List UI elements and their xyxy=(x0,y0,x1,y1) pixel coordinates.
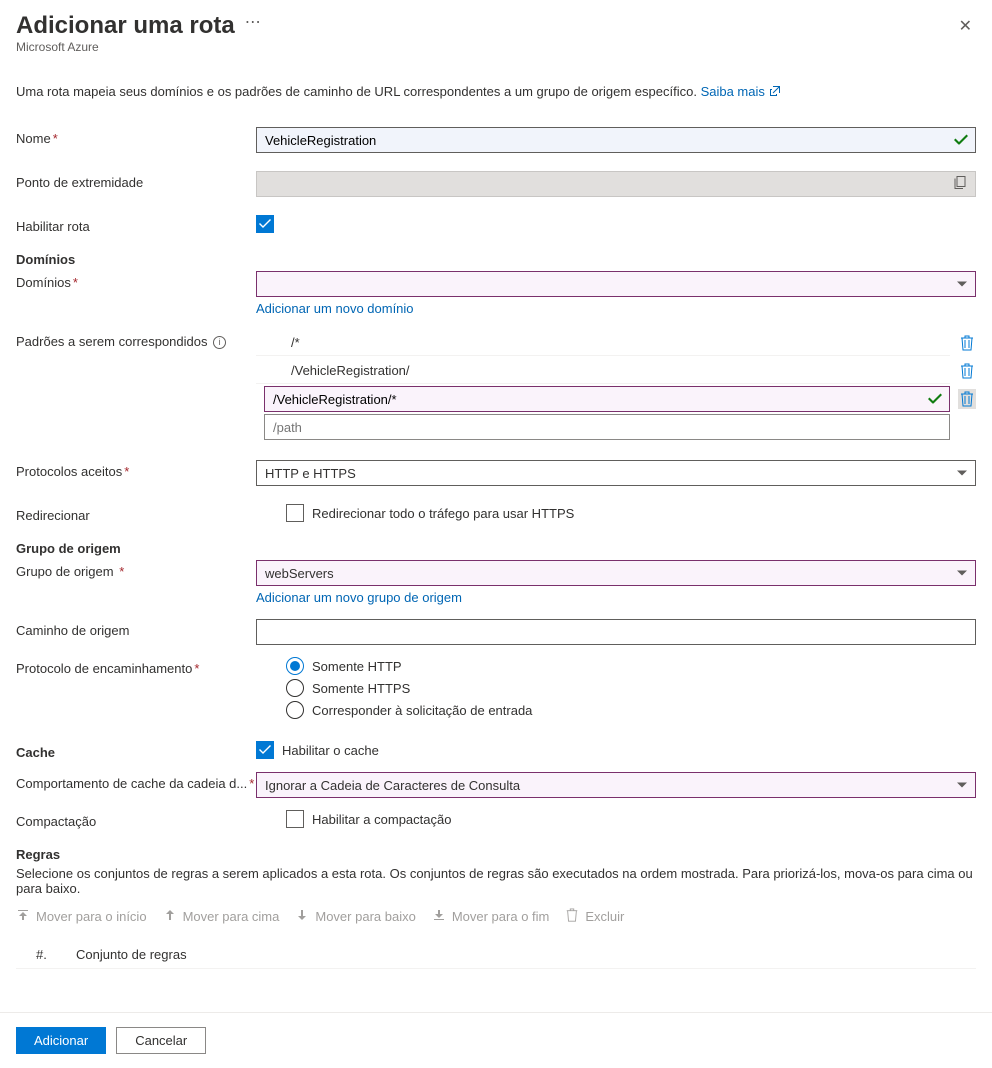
rules-heading: Regras xyxy=(16,847,976,862)
pattern-list: /* /VehicleRegistration/ xyxy=(256,330,976,440)
redirect-label: Redirecionar xyxy=(16,504,256,523)
pattern-input-active[interactable] xyxy=(264,386,950,412)
compression-label: Compactação xyxy=(16,810,256,829)
compression-checkbox[interactable] xyxy=(286,810,304,828)
rules-col-number: #. xyxy=(36,947,76,962)
delete-pattern-button[interactable] xyxy=(958,361,976,381)
page-subtitle: Microsoft Azure xyxy=(16,40,976,54)
arrow-up-icon xyxy=(163,908,177,925)
pattern-item: /VehicleRegistration/ xyxy=(256,358,976,384)
enable-cache-label: Habilitar o cache xyxy=(282,743,379,758)
page-title: Adicionar uma rota xyxy=(16,12,235,40)
name-label: Nome* xyxy=(16,127,256,146)
intro-text: Uma rota mapeia seus domínios e os padrõ… xyxy=(16,84,976,99)
enable-route-label: Habilitar rota xyxy=(16,215,256,234)
pattern-value[interactable]: /VehicleRegistration/ xyxy=(256,358,950,384)
cache-behavior-label: Comportamento de cache da cadeia d...* xyxy=(16,772,256,791)
delete-pattern-button[interactable] xyxy=(958,389,976,409)
rules-description: Selecione os conjuntos de regras a serem… xyxy=(16,866,976,896)
forward-protocol-label: Protocolo de encaminhamento* xyxy=(16,657,256,676)
close-icon: ✕ xyxy=(959,18,972,35)
origin-group-select[interactable]: webServers xyxy=(256,560,976,586)
origin-group-label: Grupo de origem * xyxy=(16,560,256,579)
learn-more-link[interactable]: Saiba mais xyxy=(701,84,781,99)
arrow-top-icon xyxy=(16,908,30,925)
enable-route-checkbox[interactable] xyxy=(256,215,274,233)
pattern-input-new[interactable] xyxy=(264,414,950,440)
origin-heading: Grupo de origem xyxy=(16,541,976,556)
cancel-button[interactable]: Cancelar xyxy=(116,1027,206,1054)
delete-pattern-button[interactable] xyxy=(958,333,976,353)
forward-protocol-http-radio[interactable] xyxy=(286,657,304,675)
more-options-icon[interactable]: ⋯ xyxy=(245,12,262,32)
origin-path-input[interactable] xyxy=(256,619,976,645)
close-button[interactable]: ✕ xyxy=(959,16,972,36)
cache-heading: Cache xyxy=(16,741,256,760)
protocols-label: Protocolos aceitos* xyxy=(16,460,256,479)
add-button[interactable]: Adicionar xyxy=(16,1027,106,1054)
arrow-down-icon xyxy=(295,908,309,925)
move-down-button[interactable]: Mover para baixo xyxy=(295,908,415,925)
pattern-item-new xyxy=(256,414,976,440)
protocols-select[interactable]: HTTP e HTTPS xyxy=(256,460,976,486)
name-input[interactable] xyxy=(256,127,976,153)
enable-cache-checkbox[interactable] xyxy=(256,741,274,759)
trash-icon xyxy=(565,908,579,925)
pattern-item xyxy=(256,386,976,412)
redirect-checkbox-label: Redirecionar todo o tráfego para usar HT… xyxy=(312,506,574,521)
forward-protocol-match-radio[interactable] xyxy=(286,701,304,719)
domains-label: Domínios* xyxy=(16,271,256,290)
delete-rule-button[interactable]: Excluir xyxy=(565,908,624,925)
add-domain-link[interactable]: Adicionar um novo domínio xyxy=(256,301,414,316)
radio-label: Somente HTTP xyxy=(312,659,402,674)
pattern-item: /* xyxy=(256,330,976,356)
endpoint-input xyxy=(256,171,976,197)
rules-toolbar: Mover para o início Mover para cima Move… xyxy=(16,904,976,929)
domains-select[interactable] xyxy=(256,271,976,297)
move-top-button[interactable]: Mover para o início xyxy=(16,908,147,925)
cache-behavior-select[interactable]: Ignorar a Cadeia de Caracteres de Consul… xyxy=(256,772,976,798)
external-link-icon xyxy=(769,84,781,99)
forward-protocol-https-radio[interactable] xyxy=(286,679,304,697)
radio-label: Corresponder à solicitação de entrada xyxy=(312,703,532,718)
footer: Adicionar Cancelar xyxy=(0,1012,992,1068)
redirect-checkbox[interactable] xyxy=(286,504,304,522)
origin-path-label: Caminho de origem xyxy=(16,619,256,638)
pattern-value[interactable]: /* xyxy=(256,330,950,356)
add-origin-group-link[interactable]: Adicionar um novo grupo de origem xyxy=(256,590,462,605)
endpoint-label: Ponto de extremidade xyxy=(16,171,256,190)
info-icon[interactable]: i xyxy=(213,336,226,349)
rules-table-header: #. Conjunto de regras xyxy=(16,939,976,969)
panel-header: Adicionar uma rota ⋯ Microsoft Azure ✕ xyxy=(0,0,992,58)
compression-checkbox-label: Habilitar a compactação xyxy=(312,812,451,827)
radio-label: Somente HTTPS xyxy=(312,681,410,696)
patterns-label: Padrões a serem correspondidos i xyxy=(16,330,256,349)
move-up-button[interactable]: Mover para cima xyxy=(163,908,280,925)
move-bottom-button[interactable]: Mover para o fim xyxy=(432,908,550,925)
domains-heading: Domínios xyxy=(16,252,976,267)
rules-col-set: Conjunto de regras xyxy=(76,947,187,962)
arrow-bottom-icon xyxy=(432,908,446,925)
